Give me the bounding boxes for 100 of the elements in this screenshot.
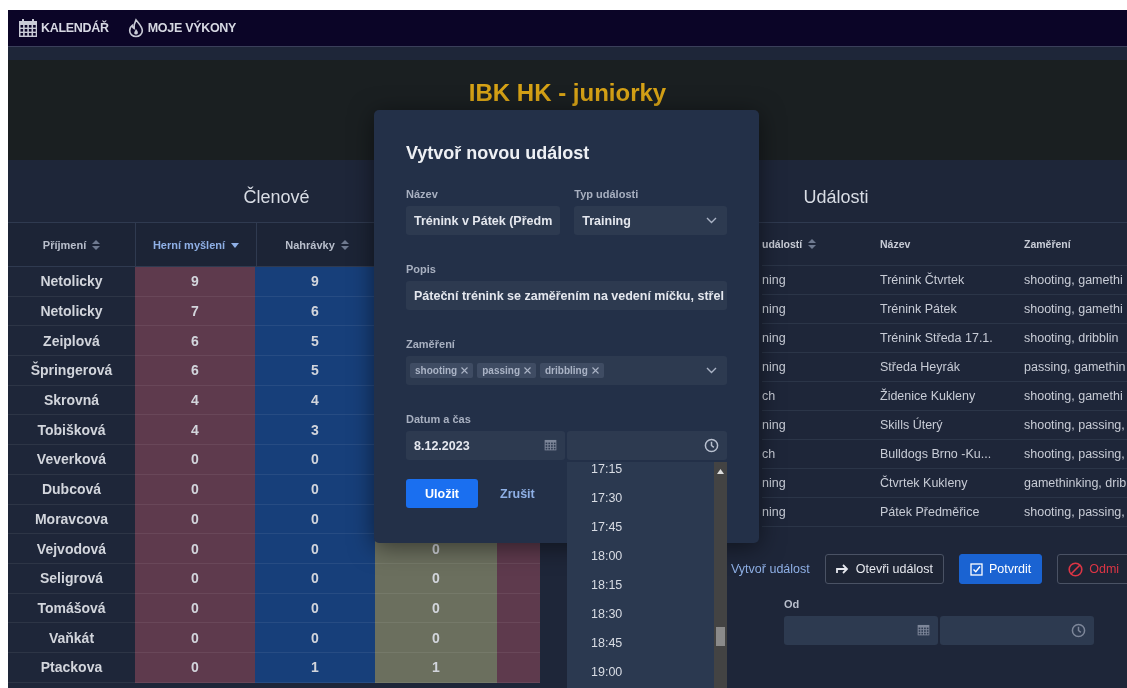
table-cell: shooting, dribblin (1024, 331, 1119, 345)
cancel-link[interactable]: Zrušit (500, 486, 535, 501)
team-title: IBK HK - juniorky (468, 79, 667, 107)
table-cell: Trénink Pátek (880, 302, 957, 316)
score-cell: 0 (135, 563, 255, 594)
score-cell: 4 (135, 385, 255, 416)
table-cell: ning (762, 273, 786, 287)
table-cell: Čtvrtek Kukleny (880, 476, 968, 490)
calendar-icon (544, 438, 557, 451)
table-cell: ning (762, 476, 786, 490)
field-label: Název (406, 188, 439, 201)
flame-icon (126, 18, 145, 38)
score-cell: 0 (135, 474, 255, 505)
time-option[interactable]: 19:00 (591, 664, 623, 679)
score-cell: 0 (375, 593, 497, 624)
table-cell: Skills Úterý (880, 418, 943, 432)
score-cell: 9 (255, 267, 375, 297)
time-field[interactable] (567, 431, 727, 460)
time-option[interactable]: 17:15 (591, 462, 623, 476)
score-cell: 0 (375, 563, 497, 594)
table-cell: Středa Heyrák (880, 360, 960, 374)
score-cell (497, 563, 540, 594)
table-cell: Trénink Středa 17.1. (880, 331, 993, 345)
close-icon[interactable] (461, 367, 469, 374)
table-cell: shooting, gamethi (1024, 389, 1123, 403)
time-option[interactable]: 18:45 (591, 635, 623, 650)
time-option[interactable]: 18:30 (591, 606, 623, 621)
checkbox-icon (969, 562, 983, 576)
time-option[interactable]: 18:15 (591, 577, 623, 592)
score-cell: 0 (255, 504, 375, 535)
focus-select[interactable]: shooting passing dribbling (406, 356, 727, 385)
score-cell: 4 (255, 385, 375, 416)
ban-icon (1068, 561, 1084, 577)
create-event-link[interactable]: Vytvoř událost (731, 562, 810, 576)
nav-link[interactable]: MOJE VÝKONY (126, 18, 237, 38)
table-cell: shooting, passing, (1024, 447, 1125, 461)
scroll-thumb[interactable] (716, 627, 725, 646)
score-cell: 6 (135, 356, 255, 386)
column-header[interactable]: Příjmení (8, 223, 136, 266)
table-cell: Trénink Čtvrtek (880, 273, 965, 287)
date-field[interactable] (784, 616, 938, 645)
scroll-up-icon[interactable] (717, 469, 724, 474)
sort-icon (340, 239, 349, 250)
from-label: Od (784, 598, 801, 610)
field-label: Zaměření (406, 338, 456, 351)
field-label: Datum a čas (406, 413, 472, 426)
calendar-icon (917, 623, 930, 636)
name-field[interactable]: Trénink v Pátek (Předm (406, 206, 561, 235)
table-cell: ning (762, 360, 786, 374)
score-cell: 3 (255, 415, 375, 446)
arrow-icon (835, 564, 850, 574)
description-field[interactable]: Páteční trénink se zaměřením na vedení míčku, střel (406, 281, 727, 310)
field-label: Typ události (574, 188, 640, 201)
score-cell: 0 (135, 504, 255, 535)
score-cell: 7 (135, 296, 255, 327)
score-cell: 5 (255, 326, 375, 357)
nav-link[interactable]: KALENDÁŘ (18, 18, 109, 38)
column-header[interactable]: Herní myšlení (136, 223, 257, 266)
score-cell (497, 593, 540, 624)
field-label: Popis (406, 263, 437, 276)
clock-icon (1071, 623, 1086, 638)
score-cell: 0 (255, 623, 375, 653)
table-cell: ning (762, 418, 786, 432)
action-button[interactable]: Otevři událost (824, 554, 944, 584)
time-field[interactable] (940, 616, 1094, 645)
time-option[interactable]: 17:45 (591, 519, 623, 534)
save-button[interactable]: Uložit (406, 479, 479, 508)
tag-label: shooting (415, 365, 458, 376)
table-cell: ning (762, 302, 786, 316)
action-button[interactable]: Potvrdit (958, 554, 1043, 584)
score-cell: 0 (135, 534, 255, 564)
score-cell: 0 (255, 474, 375, 505)
score-cell: 0 (135, 593, 255, 624)
date-field[interactable]: 8.12.2023 (406, 431, 565, 460)
clock-icon (704, 438, 719, 453)
score-cell: 0 (135, 445, 255, 475)
chevron-down-icon (706, 217, 717, 224)
score-cell: 0 (255, 445, 375, 475)
score-cell: 0 (255, 534, 375, 564)
score-cell: 0 (135, 652, 255, 683)
table-cell: Bulldogs Brno -Ku... (880, 447, 992, 461)
close-icon[interactable] (524, 367, 531, 374)
event-type-select[interactable]: Training (574, 206, 727, 235)
column-header[interactable]: Název (880, 238, 911, 250)
score-cell: 9 (135, 267, 255, 297)
column-header[interactable]: událostí (762, 238, 803, 250)
score-cell: 6 (255, 296, 375, 327)
time-option[interactable]: 17:30 (591, 490, 623, 505)
score-cell: 0 (375, 623, 497, 653)
sort-icon (92, 239, 101, 250)
table-cell: ning (762, 505, 786, 519)
tag-label: dribbling (545, 365, 588, 376)
score-cell: 0 (255, 563, 375, 594)
column-header[interactable]: Zaměření (1024, 238, 1071, 250)
table-cell: shooting, gamethi (1024, 302, 1123, 316)
close-icon[interactable] (591, 367, 599, 374)
table-cell: shooting, passing, (1024, 505, 1125, 519)
score-cell: 0 (135, 623, 255, 653)
time-option[interactable]: 18:00 (591, 548, 623, 563)
scrollbar[interactable] (714, 462, 727, 688)
